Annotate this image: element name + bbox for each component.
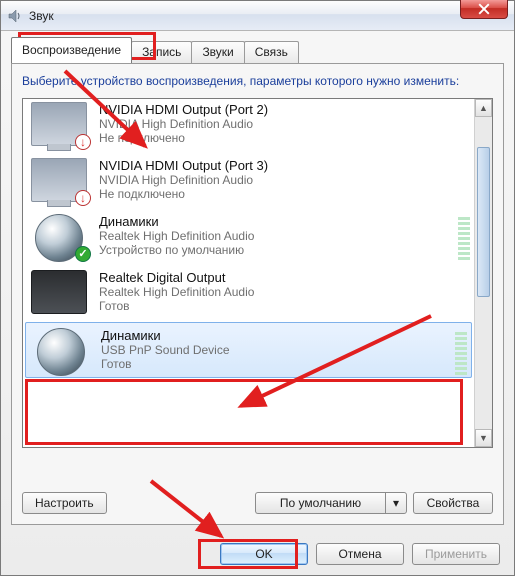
scroll-up-button[interactable]: ▲ xyxy=(475,99,492,117)
device-status: Готов xyxy=(101,357,230,371)
speaker-icon xyxy=(37,328,85,376)
status-badge-disconnected-icon xyxy=(75,190,91,206)
device-icon xyxy=(31,102,87,146)
tab-recording[interactable]: Запись xyxy=(131,41,192,63)
digital-output-icon xyxy=(31,270,87,314)
tab-playback[interactable]: Воспроизведение xyxy=(11,37,132,63)
device-listbox[interactable]: NVIDIA HDMI Output (Port 2) NVIDIA High … xyxy=(22,98,493,448)
window-title: Звук xyxy=(29,9,54,23)
ok-button[interactable]: OK xyxy=(220,543,308,565)
tab-panel-playback: Выберите устройство воспроизведения, пар… xyxy=(11,63,504,525)
device-icon xyxy=(31,270,87,314)
device-name: NVIDIA HDMI Output (Port 2) xyxy=(99,102,268,117)
apply-button[interactable]: Применить xyxy=(412,543,500,565)
sound-dialog: Звук Воспроизведение Запись Звуки Связь … xyxy=(0,0,515,576)
panel-button-row: Настроить По умолчанию ▾ Свойства xyxy=(22,492,493,514)
set-default-split-button[interactable]: По умолчанию ▾ xyxy=(255,492,407,514)
set-default-button[interactable]: По умолчанию xyxy=(255,492,385,514)
instruction-text: Выберите устройство воспроизведения, пар… xyxy=(22,74,493,90)
scroll-thumb[interactable] xyxy=(477,147,490,297)
tab-sounds[interactable]: Звуки xyxy=(191,41,244,63)
device-item[interactable]: NVIDIA HDMI Output (Port 2) NVIDIA High … xyxy=(23,99,474,152)
device-item-selected[interactable]: Динамики USB PnP Sound Device Готов xyxy=(25,322,472,378)
device-desc: NVIDIA High Definition Audio xyxy=(99,173,268,187)
sound-sysicon xyxy=(7,8,23,24)
device-icon xyxy=(31,214,87,258)
status-badge-default-icon xyxy=(75,246,91,262)
tab-communications[interactable]: Связь xyxy=(244,41,299,63)
level-meter xyxy=(458,216,470,260)
device-status: Не подключено xyxy=(99,131,268,145)
device-desc: Realtek High Definition Audio xyxy=(99,285,254,299)
device-status: Готов xyxy=(99,299,254,313)
scroll-down-button[interactable]: ▼ xyxy=(475,429,492,447)
device-name: Realtek Digital Output xyxy=(99,270,254,285)
device-desc: NVIDIA High Definition Audio xyxy=(99,117,268,131)
level-meter xyxy=(455,331,467,375)
device-status: Не подключено xyxy=(99,187,268,201)
titlebar[interactable]: Звук xyxy=(1,1,514,31)
tab-strip: Воспроизведение Запись Звуки Связь xyxy=(1,31,514,63)
properties-button[interactable]: Свойства xyxy=(413,492,493,514)
device-list: NVIDIA HDMI Output (Port 2) NVIDIA High … xyxy=(23,99,474,447)
device-icon xyxy=(33,328,89,372)
annotation-selected-device xyxy=(25,379,463,445)
device-status: Устройство по умолчанию xyxy=(99,243,254,257)
device-name: Динамики xyxy=(101,328,230,343)
device-name: Динамики xyxy=(99,214,254,229)
configure-button[interactable]: Настроить xyxy=(22,492,107,514)
device-desc: USB PnP Sound Device xyxy=(101,343,230,357)
set-default-dropdown[interactable]: ▾ xyxy=(385,492,407,514)
device-icon xyxy=(31,158,87,202)
close-button[interactable] xyxy=(460,0,508,19)
cancel-button[interactable]: Отмена xyxy=(316,543,404,565)
scroll-track[interactable] xyxy=(475,117,492,429)
device-item[interactable]: Realtek Digital Output Realtek High Defi… xyxy=(23,264,474,320)
close-icon xyxy=(478,3,490,15)
device-desc: Realtek High Definition Audio xyxy=(99,229,254,243)
dialog-button-row: OK Отмена Применить xyxy=(220,543,500,565)
device-item[interactable]: Динамики Realtek High Definition Audio У… xyxy=(23,208,474,264)
device-item[interactable]: NVIDIA HDMI Output (Port 3) NVIDIA High … xyxy=(23,152,474,208)
status-badge-disconnected-icon xyxy=(75,134,91,150)
scrollbar[interactable]: ▲ ▼ xyxy=(474,99,492,447)
device-name: NVIDIA HDMI Output (Port 3) xyxy=(99,158,268,173)
